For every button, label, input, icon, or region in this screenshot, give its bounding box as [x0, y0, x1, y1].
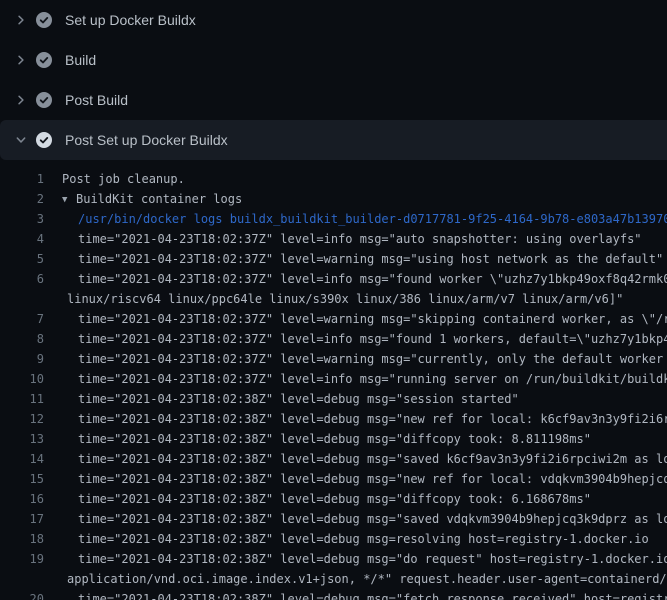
log-line: linux/riscv64 linux/ppc64le linux/s390x … [0, 289, 667, 309]
check-circle-icon [36, 132, 52, 148]
check-circle-icon [36, 52, 52, 68]
step-header[interactable]: Build [0, 40, 667, 80]
log-line-number [0, 289, 44, 309]
log-line-text: time="2021-04-23T18:02:38Z" level=debug … [62, 529, 649, 549]
step-label: Set up Docker Buildx [65, 10, 196, 30]
step-header[interactable]: Post Build [0, 80, 667, 120]
log-line: 9 time="2021-04-23T18:02:37Z" level=warni… [0, 349, 667, 369]
log-line-text: time="2021-04-23T18:02:38Z" level=debug … [62, 509, 667, 529]
log-line-number[interactable]: 10 [0, 369, 44, 389]
log-line: 8 time="2021-04-23T18:02:37Z" level=info … [0, 329, 667, 349]
log-line: 13 time="2021-04-23T18:02:38Z" level=debu… [0, 429, 667, 449]
log-line-number[interactable]: 8 [0, 329, 44, 349]
log-line-number[interactable]: 15 [0, 469, 44, 489]
chevron-right-icon[interactable] [13, 52, 29, 68]
log-line-number[interactable]: 17 [0, 509, 44, 529]
log-group-header[interactable]: ▼BuildKit container logs [62, 189, 242, 209]
log-line: 11 time="2021-04-23T18:02:38Z" level=debu… [0, 389, 667, 409]
log-line: 14 time="2021-04-23T18:02:38Z" level=debu… [0, 449, 667, 469]
log-line-text: time="2021-04-23T18:02:37Z" level=info m… [62, 269, 667, 289]
log-line: 5 time="2021-04-23T18:02:37Z" level=warni… [0, 249, 667, 269]
log-line-text: time="2021-04-23T18:02:38Z" level=debug … [62, 589, 667, 600]
log-line-text: time="2021-04-23T18:02:37Z" level=info m… [62, 369, 667, 389]
log-line: 16 time="2021-04-23T18:02:38Z" level=debu… [0, 489, 667, 509]
log-line-text: time="2021-04-23T18:02:38Z" level=debug … [62, 389, 519, 409]
log-line-text: time="2021-04-23T18:02:37Z" level=warnin… [62, 249, 663, 269]
log-line: 18 time="2021-04-23T18:02:38Z" level=debu… [0, 529, 667, 549]
check-circle-icon [36, 92, 52, 108]
log-scroll-area[interactable]: 1 Post job cleanup. 2 ▼BuildKit container l… [0, 160, 667, 600]
log-line-number[interactable]: 20 [0, 589, 44, 600]
log-line-number[interactable]: 19 [0, 549, 44, 569]
step-header[interactable]: Set up Docker Buildx [0, 0, 667, 40]
log-line-number[interactable]: 16 [0, 489, 44, 509]
log-line-text: time="2021-04-23T18:02:38Z" level=debug … [62, 489, 591, 509]
log-line: 17 time="2021-04-23T18:02:38Z" level=debu… [0, 509, 667, 529]
log-line-number[interactable]: 12 [0, 409, 44, 429]
log-line: 2 ▼BuildKit container logs [0, 189, 667, 209]
log-line-number[interactable]: 13 [0, 429, 44, 449]
log-line-text: application/vnd.oci.image.index.v1+json,… [62, 569, 667, 589]
step-label: Post Set up Docker Buildx [65, 130, 228, 150]
chevron-right-icon[interactable] [13, 92, 29, 108]
log-line-number[interactable]: 2 [0, 189, 44, 209]
step-list: Set up Docker Buildx Build Post Build [0, 0, 667, 160]
step-label: Post Build [65, 90, 128, 110]
log-line-number[interactable]: 14 [0, 449, 44, 469]
log-line-number [0, 569, 44, 589]
log-line: 12 time="2021-04-23T18:02:38Z" level=debu… [0, 409, 667, 429]
log-line-number[interactable]: 1 [0, 169, 44, 189]
log-line-text: time="2021-04-23T18:02:38Z" level=debug … [62, 469, 667, 489]
log-line-text: time="2021-04-23T18:02:38Z" level=debug … [62, 429, 591, 449]
log-line: 20 time="2021-04-23T18:02:38Z" level=debu… [0, 589, 667, 600]
log-line-text: time="2021-04-23T18:02:38Z" level=debug … [62, 449, 667, 469]
log-line: 3/usr/bin/docker logs buildx_buildkit_bu… [0, 209, 667, 229]
log-line-number[interactable]: 18 [0, 529, 44, 549]
log-line-text: time="2021-04-23T18:02:37Z" level=info m… [62, 229, 642, 249]
log-line: 1 Post job cleanup. [0, 169, 667, 189]
chevron-down-icon[interactable] [13, 132, 29, 148]
log-line-number[interactable]: 4 [0, 229, 44, 249]
log-line: 19 time="2021-04-23T18:02:38Z" level=debu… [0, 549, 667, 569]
log-line-text: time="2021-04-23T18:02:37Z" level=warnin… [62, 309, 667, 329]
log-line: 6 time="2021-04-23T18:02:37Z" level=info … [0, 269, 667, 289]
step-label: Build [65, 50, 96, 70]
log-line: 4 time="2021-04-23T18:02:37Z" level=info … [0, 229, 667, 249]
log-line: 7 time="2021-04-23T18:02:37Z" level=warni… [0, 309, 667, 329]
log-line-number[interactable]: 11 [0, 389, 44, 409]
log-line-text: time="2021-04-23T18:02:37Z" level=warnin… [62, 349, 667, 369]
actions-log-panel: Set up Docker Buildx Build Post Build [0, 0, 667, 600]
log-line: 15 time="2021-04-23T18:02:38Z" level=debu… [0, 469, 667, 489]
log-line-text: time="2021-04-23T18:02:38Z" level=debug … [62, 409, 667, 429]
log-line-number[interactable]: 7 [0, 309, 44, 329]
log-line-number[interactable]: 9 [0, 349, 44, 369]
log-line: application/vnd.oci.image.index.v1+json,… [0, 569, 667, 589]
log-line-text: Post job cleanup. [62, 169, 185, 189]
log-line: 10 time="2021-04-23T18:02:37Z" level=info… [0, 369, 667, 389]
log-line-number[interactable]: 5 [0, 249, 44, 269]
log-line-number[interactable]: 3 [0, 209, 44, 229]
check-circle-icon [36, 12, 52, 28]
log-line-number[interactable]: 6 [0, 269, 44, 289]
log-command-text: /usr/bin/docker logs buildx_buildkit_bui… [62, 209, 667, 229]
log-line-text: linux/riscv64 linux/ppc64le linux/s390x … [62, 289, 623, 309]
log-line-text: time="2021-04-23T18:02:38Z" level=debug … [62, 549, 667, 569]
triangle-down-icon[interactable]: ▼ [62, 190, 76, 209]
chevron-right-icon[interactable] [13, 12, 29, 28]
log-line-text: time="2021-04-23T18:02:37Z" level=info m… [62, 329, 667, 349]
step-header[interactable]: Post Set up Docker Buildx [0, 120, 667, 160]
log-group-label: BuildKit container logs [76, 192, 242, 206]
